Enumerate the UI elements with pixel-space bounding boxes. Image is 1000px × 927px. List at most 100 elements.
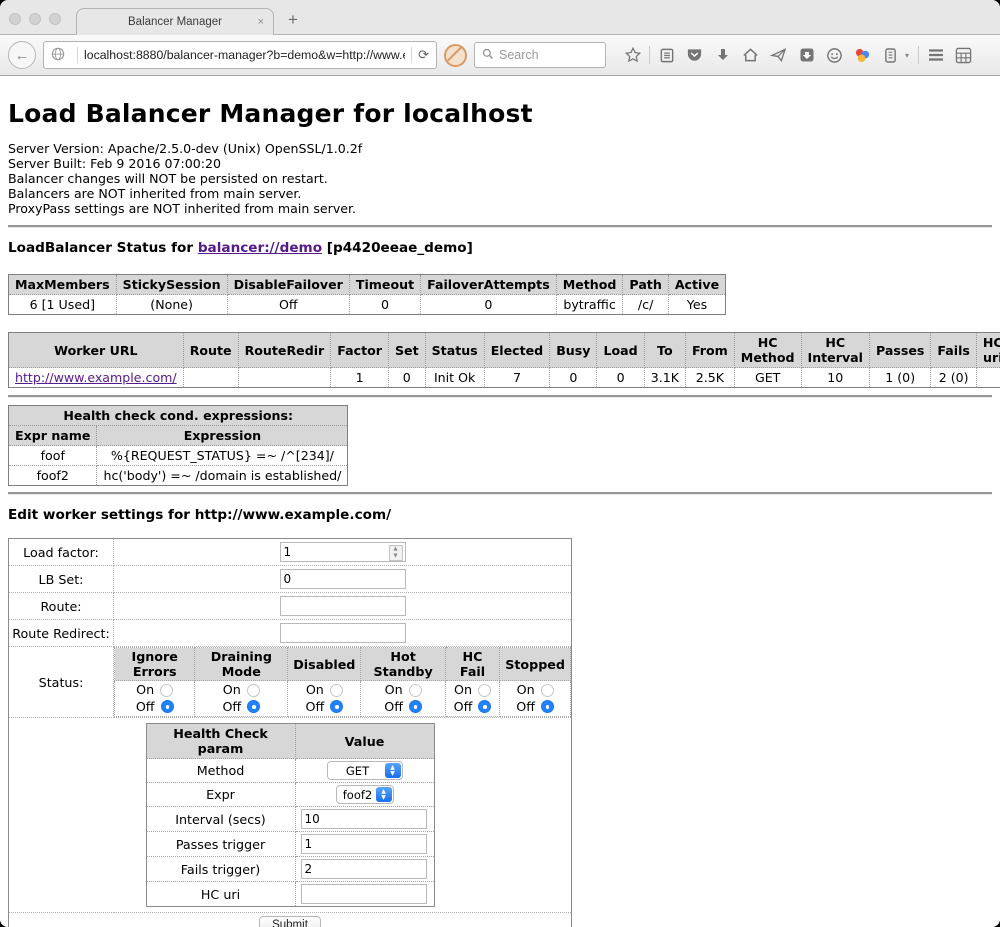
hc-fail-off-radio[interactable]: [478, 700, 491, 713]
draining-mode-on-radio[interactable]: [247, 684, 260, 697]
col-disablefailover: DisableFailover: [227, 275, 349, 295]
reading-list-icon[interactable]: [653, 43, 680, 67]
load-factor-input[interactable]: [280, 542, 406, 562]
url-divider: [77, 47, 78, 63]
search-input[interactable]: Search: [474, 42, 606, 68]
hc-expr-label: Expr: [146, 783, 295, 807]
table-header-row: MaxMembers StickySession DisableFailover…: [9, 275, 726, 295]
cell-maxmembers: 6 [1 Used]: [9, 295, 117, 315]
home-icon[interactable]: [737, 43, 764, 67]
new-tab-button[interactable]: +: [288, 10, 298, 30]
menu-icon[interactable]: [922, 43, 949, 67]
form-row-submit: Submit: [9, 913, 572, 927]
divider: [8, 492, 992, 494]
lb-set-input[interactable]: [280, 569, 406, 589]
url-text[interactable]: localhost:8880/balancer-manager?b=demo&w…: [84, 48, 405, 62]
hc-row-expr: Expr foof2 ▲▼: [146, 783, 434, 807]
ignore-errors-on-radio[interactable]: [160, 684, 173, 697]
off-label: Off: [222, 699, 241, 716]
back-icon: ←: [15, 47, 30, 64]
tab-grid-icon[interactable]: [950, 43, 977, 67]
hot-standby-off-radio[interactable]: [409, 700, 422, 713]
hc-fail-on-radio[interactable]: [478, 684, 491, 697]
download-icon[interactable]: [709, 43, 736, 67]
on-label: On: [306, 682, 324, 699]
cell-expr-name: foof2: [9, 466, 97, 486]
hc-row-interval: Interval (secs): [146, 807, 434, 832]
cell-hc-interval: 10: [801, 368, 869, 388]
minimize-window-button[interactable]: [29, 13, 41, 25]
select-stepper-icon: ▲▼: [385, 763, 401, 778]
cell-stickysession: (None): [116, 295, 227, 315]
hc-fails-input[interactable]: [301, 859, 427, 879]
colored-dots-icon[interactable]: [849, 43, 876, 67]
server-version-line: Server Version: Apache/2.5.0-dev (Unix) …: [8, 141, 992, 156]
hc-interval-input[interactable]: [301, 809, 427, 829]
hc-fails-label: Fails trigger): [146, 857, 295, 882]
hc-passes-input[interactable]: [301, 834, 427, 854]
toolbar-divider: [918, 46, 919, 64]
hc-uri-input[interactable]: [301, 884, 427, 904]
cell-timeout: 0: [349, 295, 420, 315]
server-built-line: Server Built: Feb 9 2016 07:00:20: [8, 156, 992, 171]
chat-icon[interactable]: [821, 43, 848, 67]
cell-route: [183, 368, 238, 388]
container-icon[interactable]: [877, 43, 904, 67]
col-route: Route: [183, 333, 238, 368]
inherit-note-line: Balancers are NOT inherited from main se…: [8, 186, 992, 201]
hot-standby-on-radio[interactable]: [409, 684, 422, 697]
submit-button[interactable]: Submit: [259, 916, 321, 927]
tracking-blocked-icon[interactable]: [444, 44, 467, 67]
hc-row-uri: HC uri: [146, 882, 434, 907]
cell-elected: 7: [484, 368, 550, 388]
col-load: Load: [597, 333, 644, 368]
bookmark-star-icon[interactable]: [619, 43, 646, 67]
window-controls[interactable]: [9, 13, 61, 25]
hc-method-select[interactable]: GET ▲▼: [327, 761, 403, 780]
stopped-on-radio[interactable]: [541, 684, 554, 697]
url-bar[interactable]: localhost:8880/balancer-manager?b=demo&w…: [43, 41, 437, 69]
stopped-off-radio[interactable]: [541, 700, 554, 713]
send-icon[interactable]: [765, 43, 792, 67]
col-set: Set: [388, 333, 425, 368]
close-tab-icon[interactable]: ×: [258, 16, 264, 28]
col-hc-uri: HC uri: [976, 333, 1000, 368]
cell-factor: 1: [331, 368, 389, 388]
col-to: To: [644, 333, 685, 368]
disabled-on-radio[interactable]: [330, 684, 343, 697]
back-button[interactable]: ←: [8, 41, 36, 69]
form-row-load-factor: Load factor: ▲▼: [9, 539, 572, 566]
draining-mode-off-radio[interactable]: [247, 700, 260, 713]
hc-expr-select[interactable]: foof2 ▲▼: [336, 785, 394, 804]
route-redirect-input[interactable]: [280, 623, 406, 643]
hc-param-table: Health Check param Value Method GET ▲▼: [146, 723, 435, 907]
balancer-demo-link[interactable]: balancer://demo: [198, 240, 322, 256]
hc-interval-label: Interval (secs): [146, 807, 295, 832]
save-panel-icon[interactable]: [793, 43, 820, 67]
col-hot-standby: Hot Standby: [361, 648, 445, 681]
tab-balancer-manager[interactable]: Balancer Manager ×: [76, 8, 274, 35]
worker-url-link[interactable]: http://www.example.com/: [15, 370, 177, 385]
pocket-icon[interactable]: [681, 43, 708, 67]
disabled-off-radio[interactable]: [330, 700, 343, 713]
reload-icon[interactable]: ⟳: [418, 47, 429, 63]
hc-header-row: Health Check param Value: [146, 724, 434, 759]
cell-expression: %{REQUEST_STATUS} =~ /^[234]/: [97, 446, 348, 466]
col-hc-method: HC Method: [734, 333, 801, 368]
table-header-row: Worker URL Route RouteRedir Factor Set S…: [9, 333, 1000, 368]
cell-hc-method: GET: [734, 368, 801, 388]
ignore-errors-off-radio[interactable]: [161, 700, 174, 713]
edit-worker-heading: Edit worker settings for http://www.exam…: [8, 507, 992, 524]
page-title: Load Balancer Manager for localhost: [8, 76, 992, 130]
col-disabled: Disabled: [288, 648, 361, 681]
close-window-button[interactable]: [9, 13, 21, 25]
hc-expr-selected-value: foof2: [343, 788, 373, 802]
number-stepper-icon[interactable]: ▲▼: [389, 545, 403, 561]
col-path: Path: [623, 275, 668, 295]
worker-table: Worker URL Route RouteRedir Factor Set S…: [8, 332, 1000, 388]
overflow-chevron-icon[interactable]: ▾: [905, 51, 915, 60]
persist-note-line: Balancer changes will NOT be persisted o…: [8, 171, 992, 186]
zoom-window-button[interactable]: [49, 13, 61, 25]
col-factor: Factor: [331, 333, 389, 368]
route-input[interactable]: [280, 596, 406, 616]
